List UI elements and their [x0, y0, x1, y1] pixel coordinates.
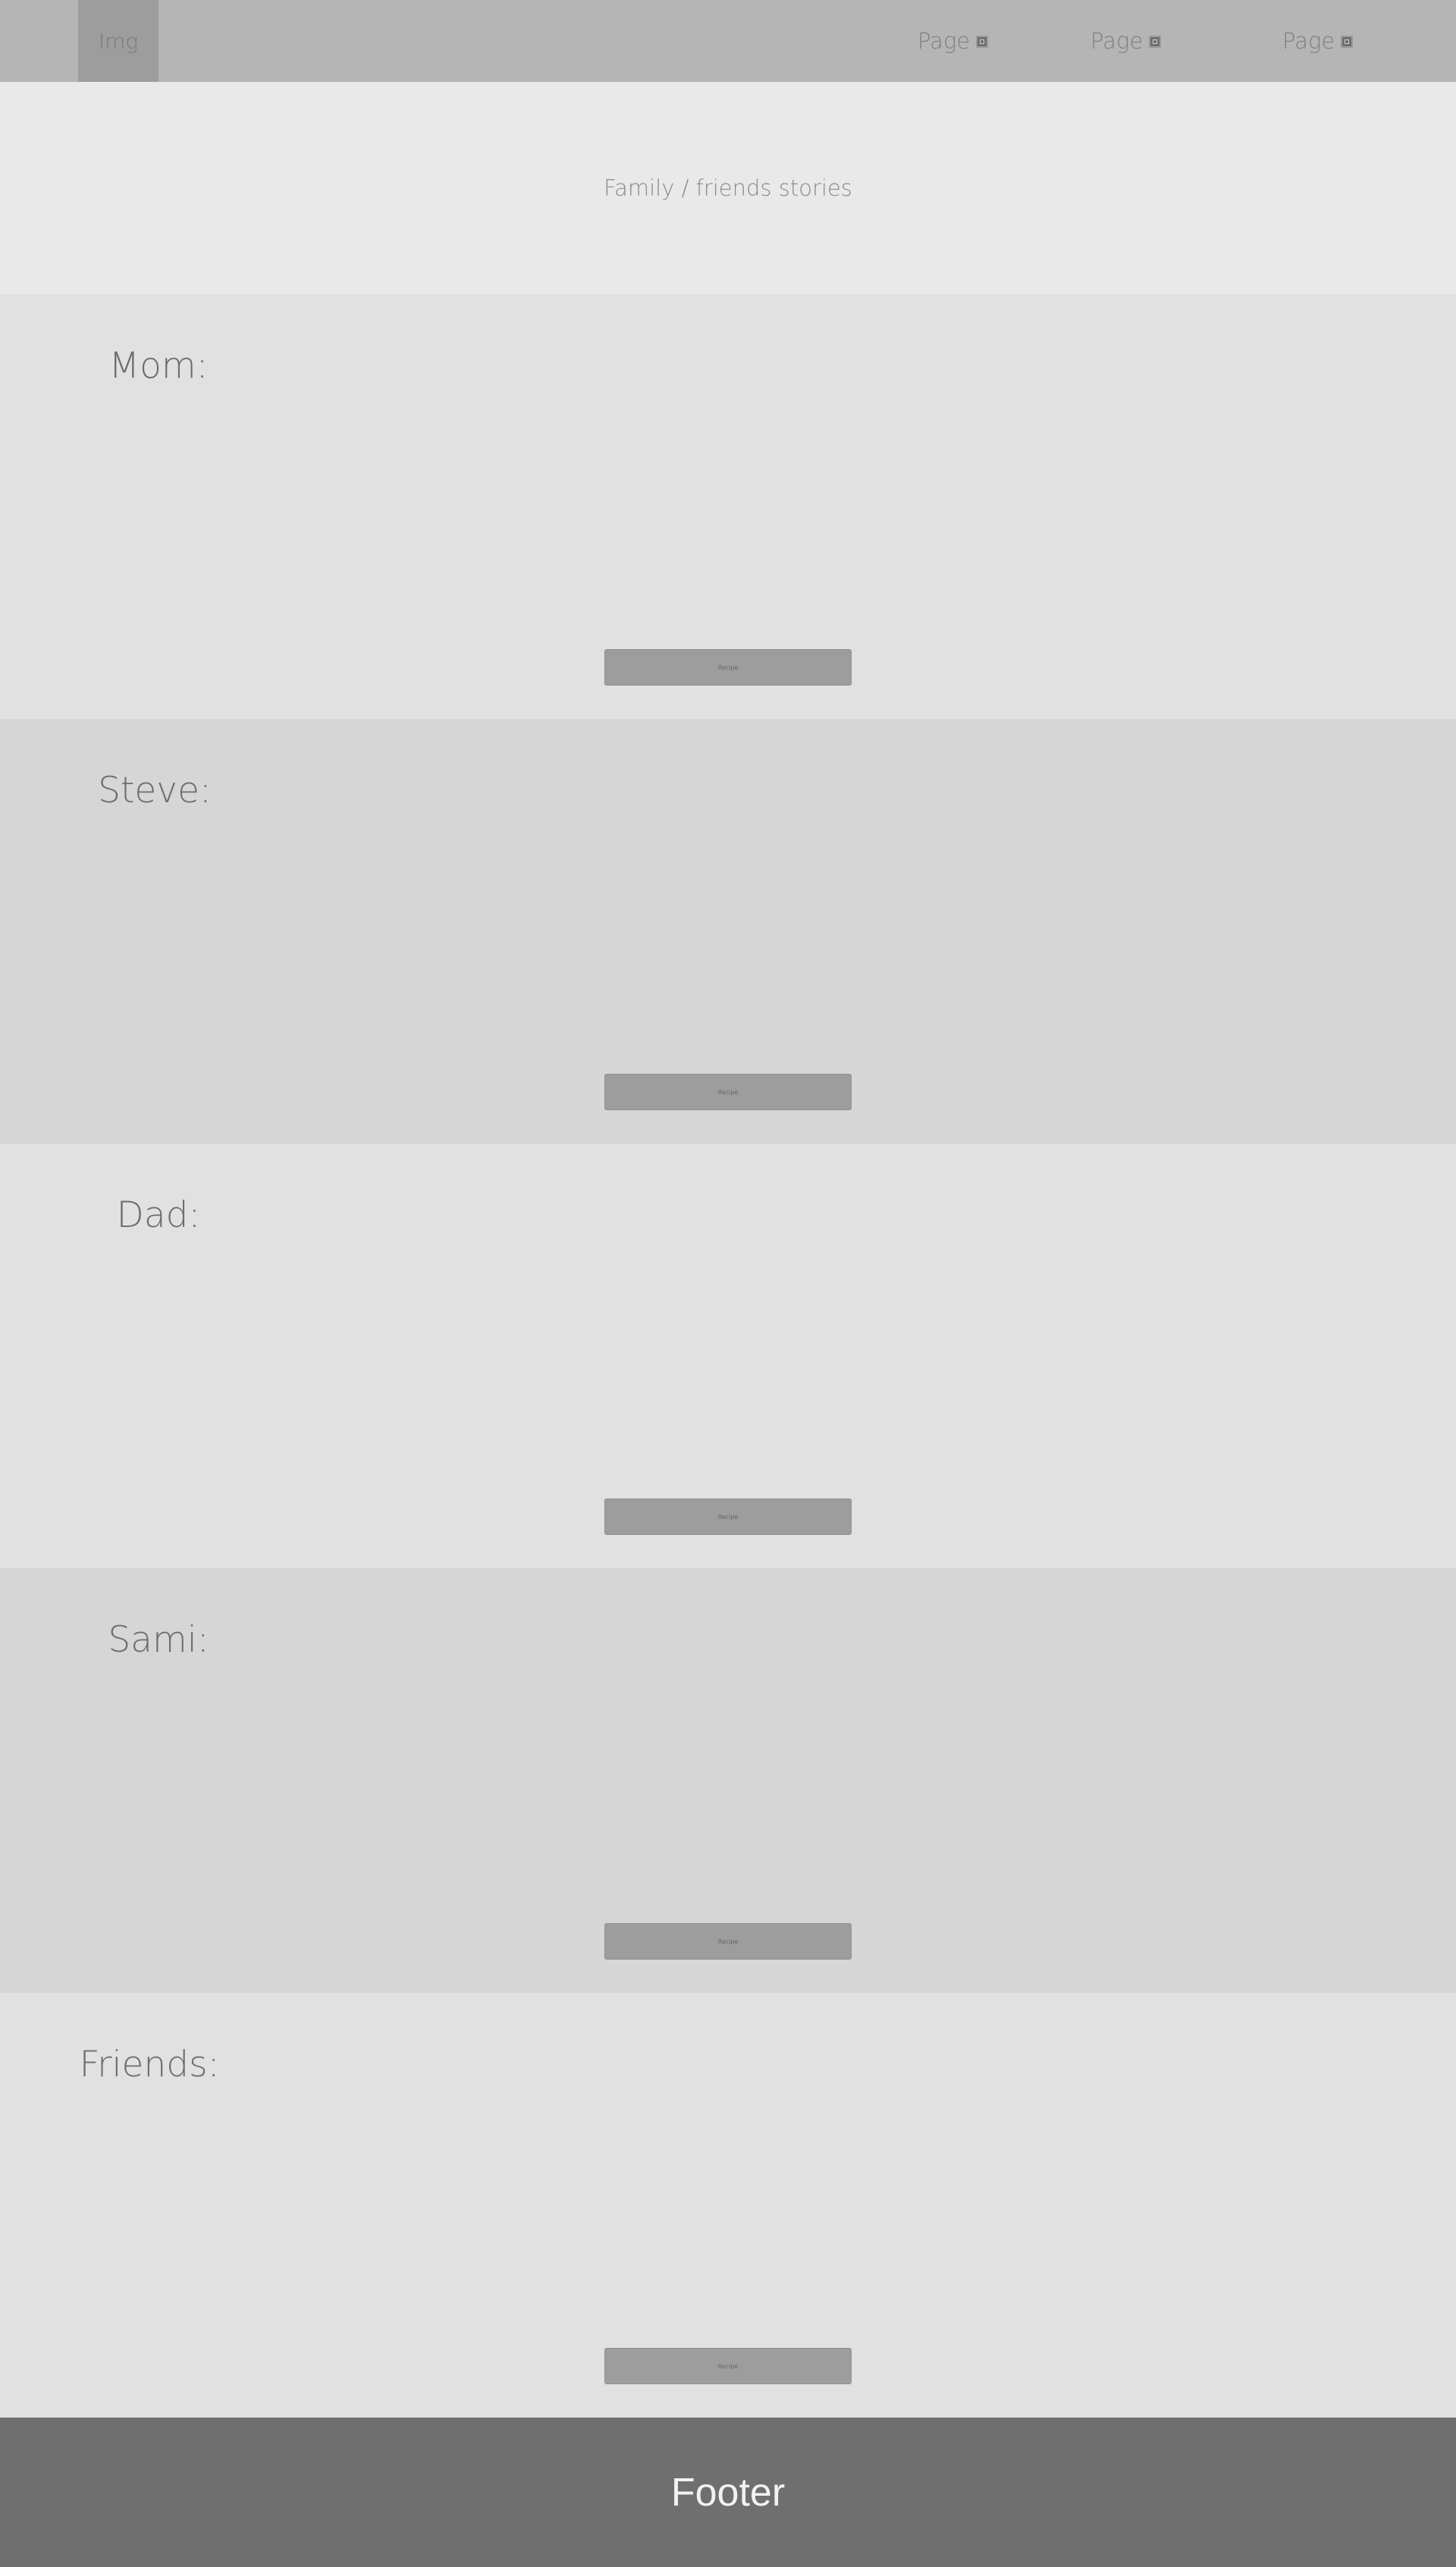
story-section-friends: Friends: Recipe [0, 1993, 1456, 2418]
section-title: Dad: [116, 1194, 201, 1236]
section-title: Friends: [79, 2044, 220, 2085]
footer-text: Footer [670, 2470, 786, 2515]
page-footer: Footer [0, 2418, 1456, 2567]
hero-title: Family / friends stories [604, 175, 852, 201]
external-link-icon [1149, 36, 1162, 48]
nav-link-label: Page [918, 28, 971, 54]
recipe-button[interactable]: Recipe [604, 1074, 852, 1110]
story-section-dad: Dad: Recipe [0, 1144, 1456, 1568]
nav-link-page-2[interactable]: Page [1090, 0, 1162, 82]
external-link-icon [1341, 36, 1354, 48]
nav-link-page-1[interactable]: Page [918, 0, 989, 82]
recipe-button[interactable]: Recipe [604, 2348, 852, 2384]
logo-image-placeholder[interactable]: Img [78, 0, 158, 82]
recipe-button[interactable]: Recipe [604, 649, 852, 686]
story-section-mom: Mom: Recipe [0, 294, 1456, 719]
nav-link-label: Page [1090, 28, 1144, 54]
recipe-button[interactable]: Recipe [604, 1498, 852, 1535]
section-title: Sami: [108, 1619, 209, 1661]
top-nav: Img Page Page Page [0, 0, 1456, 82]
story-section-sami: Sami: Recipe [0, 1568, 1456, 1993]
story-section-steve: Steve: Recipe [0, 719, 1456, 1144]
external-link-icon [976, 36, 989, 48]
section-title: Mom: [108, 345, 209, 387]
hero-banner: Family / friends stories [0, 82, 1456, 294]
recipe-button[interactable]: Recipe [604, 1923, 852, 1960]
nav-link-page-3[interactable]: Page [1282, 0, 1354, 82]
nav-link-label: Page [1282, 28, 1335, 54]
section-title: Steve: [98, 770, 212, 811]
